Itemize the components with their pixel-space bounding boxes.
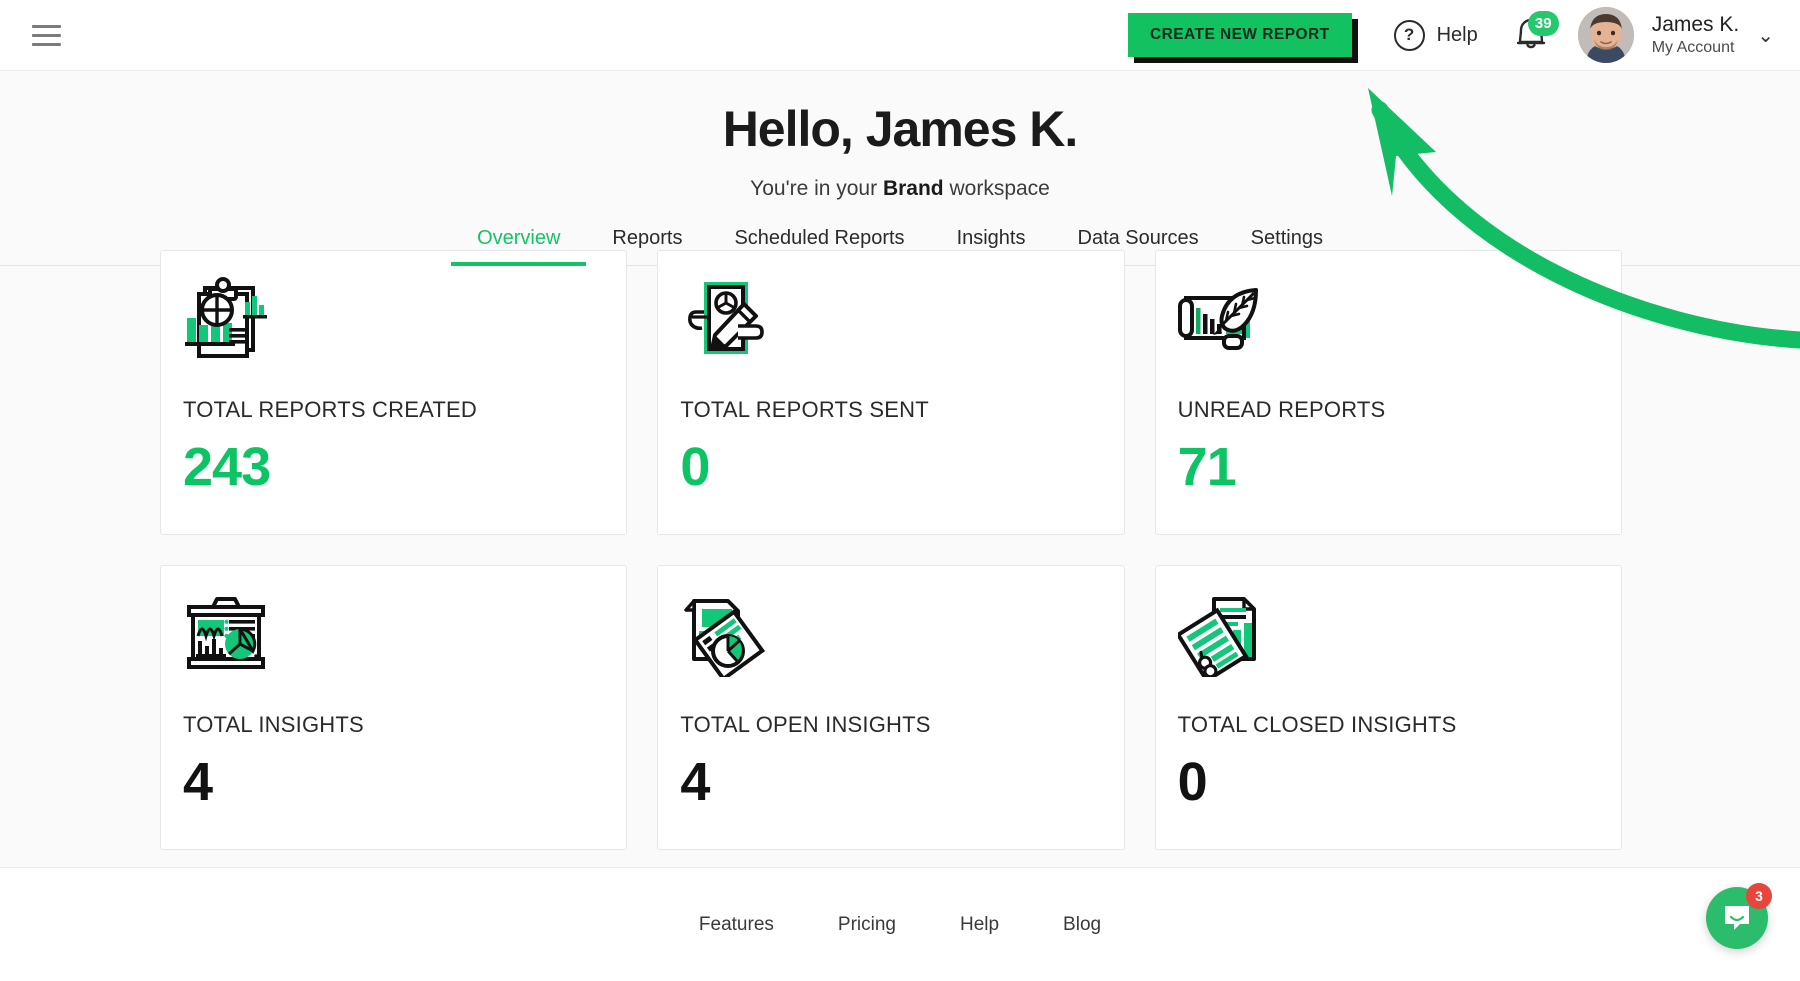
stat-card-label: TOTAL OPEN INSIGHTS (680, 712, 931, 737)
workspace-name: Brand (882, 177, 944, 200)
account-name: James K. (1651, 12, 1740, 36)
hamburger-bar (32, 33, 61, 37)
stat-card-value: 71 (1177, 437, 1237, 497)
notifications-button[interactable]: 39 (1514, 11, 1559, 55)
subtitle-prefix: You're in your (750, 177, 883, 200)
stat-card-label: UNREAD REPORTS (1177, 397, 1386, 422)
top-bar-right-group: CREATE NEW REPORT ? Help 39 James K. My … (1127, 7, 1800, 63)
stat-card-value: 4 (183, 752, 213, 812)
stat-card-total-closed-insights[interactable]: TOTAL CLOSED INSIGHTS 0 (1154, 565, 1622, 850)
footer-link-features[interactable]: Features (699, 914, 774, 936)
chat-bubble-smile-icon (1725, 906, 1749, 930)
stat-card-value: 4 (680, 752, 710, 812)
chevron-down-icon[interactable]: ⌄ (1757, 23, 1774, 48)
documents-pie-icon (680, 589, 1101, 679)
presentation-board-icon (183, 589, 604, 679)
question-mark-circle-icon: ? (1393, 19, 1425, 51)
subtitle-suffix: workspace (943, 177, 1050, 200)
footer-link-help[interactable]: Help (960, 914, 999, 936)
account-menu[interactable]: James K. My Account (1652, 12, 1740, 58)
avatar[interactable] (1577, 7, 1634, 63)
help-label: Help (1436, 23, 1478, 46)
stat-card-label: TOTAL REPORTS CREATED (183, 397, 477, 422)
intercom-unread-badge: 3 (1746, 883, 1772, 909)
stat-card-label: TOTAL INSIGHTS (183, 712, 364, 737)
clipboard-chart-icon (183, 274, 604, 364)
help-button[interactable]: ? Help (1393, 19, 1478, 51)
footer-link-blog[interactable]: Blog (1063, 914, 1101, 936)
stat-card-label: TOTAL CLOSED INSIGHTS (1177, 712, 1457, 737)
page-footer: Features Pricing Help Blog (0, 867, 1800, 981)
stat-card-unread-reports[interactable]: UNREAD REPORTS 71 (1154, 250, 1622, 535)
workspace-subtitle: You're in your Brand workspace (0, 177, 1800, 201)
page-title: Hello, James K. (722, 101, 1079, 157)
top-navigation-bar: CREATE NEW REPORT ? Help 39 James K. My … (0, 0, 1800, 71)
hamburger-menu-icon[interactable] (32, 16, 70, 54)
documents-bar-icon (1177, 589, 1599, 679)
hamburger-bar (32, 24, 61, 28)
stat-card-label: TOTAL REPORTS SENT (680, 397, 929, 422)
stat-card-value: 243 (183, 437, 271, 497)
stat-card-value: 0 (680, 437, 710, 497)
hand-document-pencil-icon (680, 274, 1101, 364)
hero-section: Hello, James K. You're in your Brand wor… (0, 71, 1800, 266)
stat-card-total-reports-sent[interactable]: TOTAL REPORTS SENT 0 (657, 250, 1125, 535)
account-sublabel: My Account (1651, 39, 1735, 57)
scroll-quill-icon (1177, 274, 1599, 364)
intercom-launcher-button[interactable]: 3 (1706, 883, 1772, 949)
notification-count-badge: 39 (1527, 11, 1559, 36)
footer-link-pricing[interactable]: Pricing (838, 914, 896, 936)
hamburger-bar (32, 42, 61, 46)
stat-card-total-reports-created[interactable]: TOTAL REPORTS CREATED 243 (160, 250, 628, 535)
stat-card-total-insights[interactable]: TOTAL INSIGHTS 4 (160, 565, 628, 850)
stats-card-grid: TOTAL REPORTS CREATED 243 TOTAL REPORTS … (160, 250, 1622, 850)
stat-card-total-open-insights[interactable]: TOTAL OPEN INSIGHTS 4 (657, 565, 1125, 850)
dashboard-page: CREATE NEW REPORT ? Help 39 James K. My … (0, 0, 1800, 981)
avatar-image (1577, 7, 1634, 63)
create-new-report-wrapper: CREATE NEW REPORT (1127, 13, 1358, 63)
create-new-report-button[interactable]: CREATE NEW REPORT (1127, 13, 1352, 57)
stat-card-value: 0 (1177, 752, 1208, 812)
